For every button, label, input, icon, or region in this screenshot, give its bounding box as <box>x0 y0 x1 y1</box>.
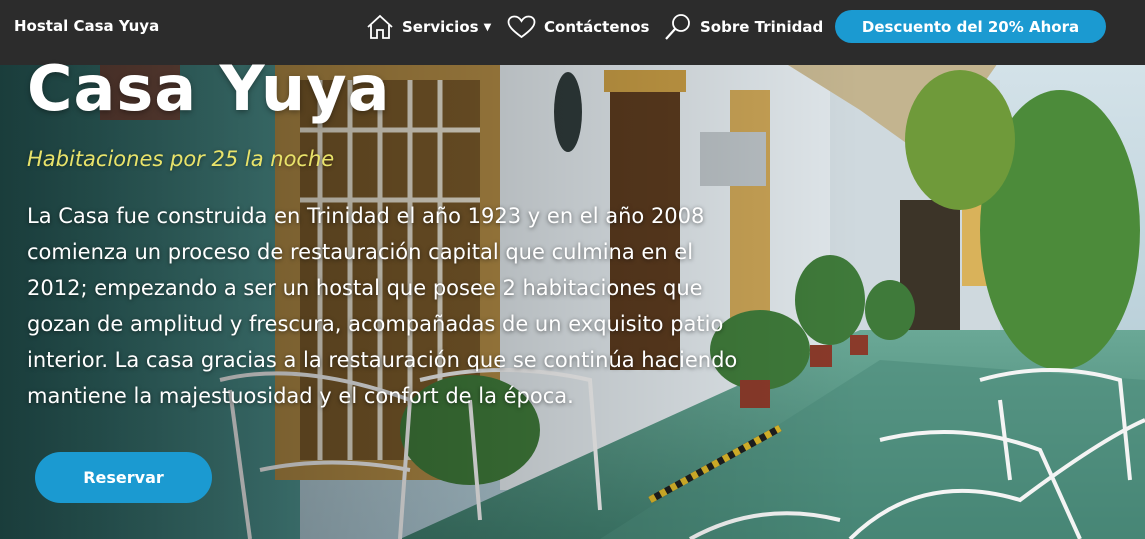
discount-button[interactable]: Descuento del 20% Ahora <box>835 10 1106 43</box>
search-icon <box>664 13 692 41</box>
reserve-button[interactable]: Reservar <box>35 452 212 503</box>
home-icon <box>366 14 394 40</box>
nav-item-contactenos[interactable]: Contáctenos <box>507 12 649 42</box>
brand-link[interactable]: Hostal Casa Yuya <box>14 17 159 35</box>
nav-item-servicios[interactable]: Servicios ▼ <box>366 12 491 42</box>
nav-item-label: Sobre Trinidad <box>700 18 824 36</box>
nav-item-label: Servicios <box>402 18 479 36</box>
nav-item-sobre-trinidad[interactable]: Sobre Trinidad <box>664 12 823 42</box>
heart-icon <box>507 15 536 39</box>
chevron-down-icon: ▼ <box>483 21 492 33</box>
hero-title: Casa Yuya <box>27 52 391 125</box>
hero-subtitle: Habitaciones por 25 la noche <box>27 147 335 171</box>
hero-description: La Casa fue construida en Trinidad el añ… <box>27 204 738 408</box>
nav-item-label: Contáctenos <box>544 18 650 36</box>
